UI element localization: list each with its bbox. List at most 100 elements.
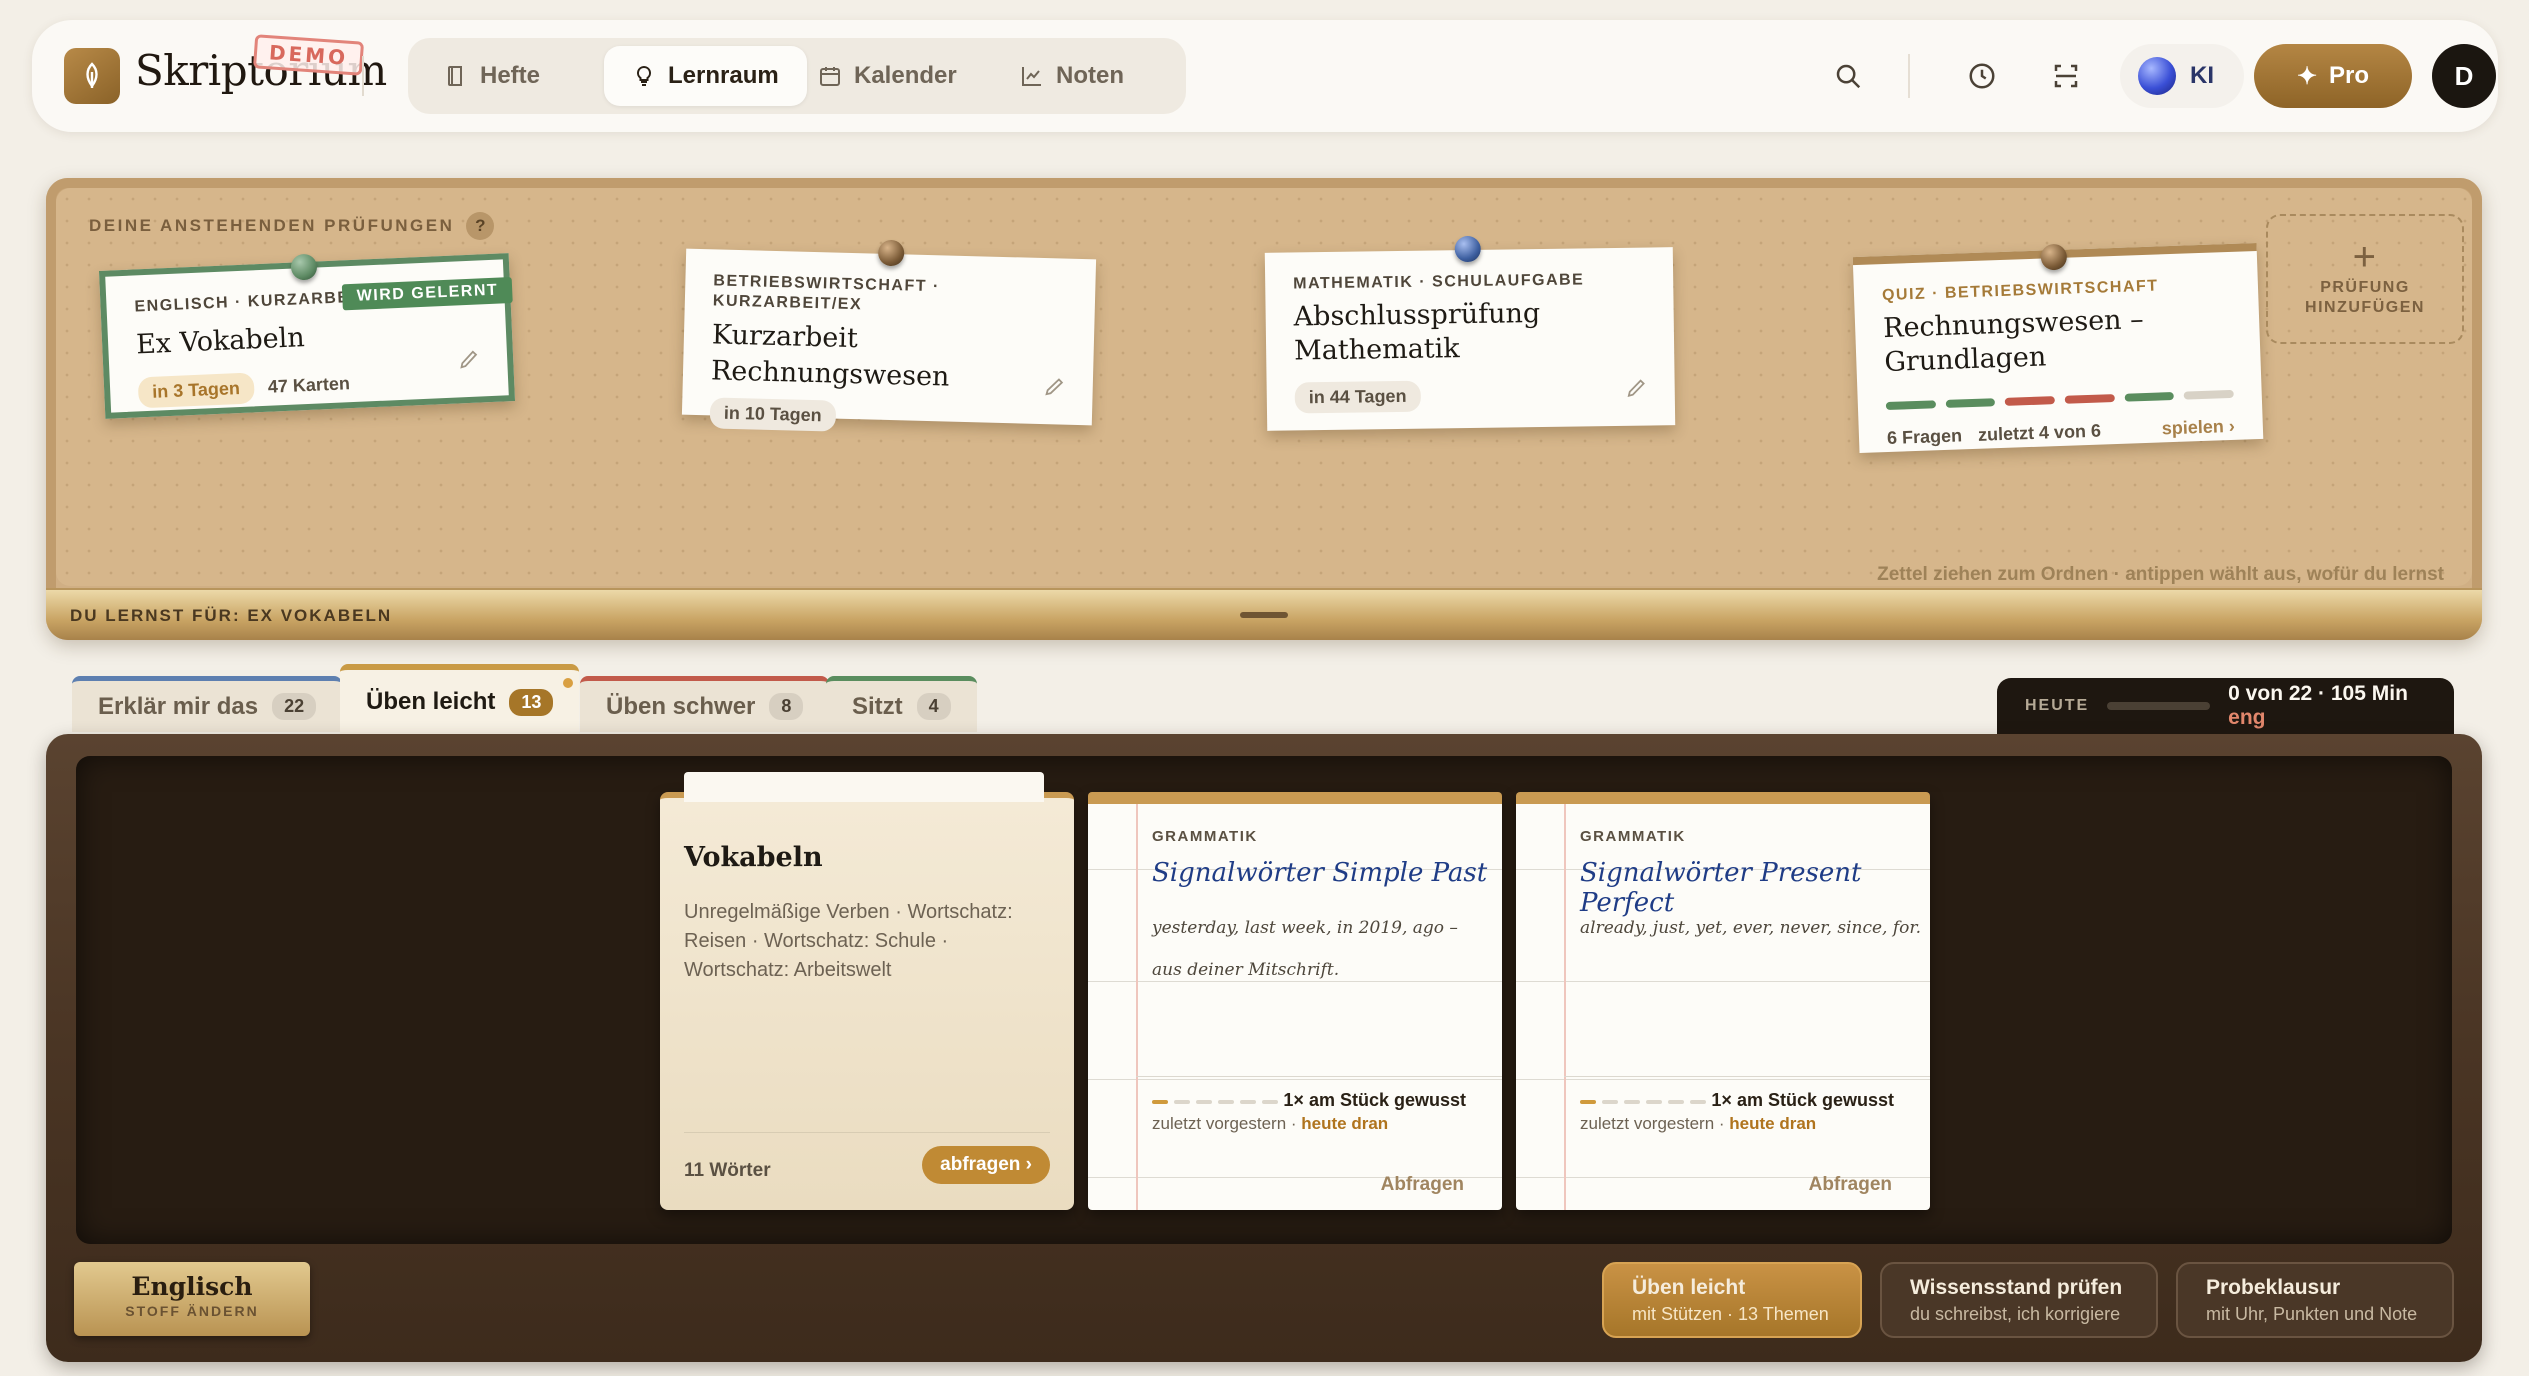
ask-button[interactable]: Abfragen — [1381, 1174, 1464, 1196]
mode-title: Wissensstand prüfen — [1910, 1276, 2123, 1299]
last-score: zuletzt 4 von 6 — [1977, 420, 2102, 445]
play-quiz-link[interactable]: spielen › — [2161, 416, 2235, 440]
tab-ueben-schwer[interactable]: Üben schwer 8 — [580, 676, 830, 732]
edit-icon[interactable] — [1042, 374, 1067, 399]
flashcard-present-perfect[interactable]: GRAMMATIK Signalwörter Present Perfect a… — [1516, 792, 1930, 1210]
streak-indicator — [1152, 1100, 1278, 1104]
study-desk: Vokabeln Unregelmäßige Verben · Wortscha… — [46, 734, 2482, 1362]
card-line: already, just, yet, ever, never, since, … — [1580, 918, 1922, 938]
due-chip: in 10 Tagen — [709, 397, 837, 432]
pro-button[interactable]: ✦ Pro — [2254, 44, 2412, 108]
ki-orb-icon — [2138, 57, 2176, 95]
flashcard-simple-past[interactable]: GRAMMATIK Signalwörter Simple Past yeste… — [1088, 792, 1502, 1210]
card-category: GRAMMATIK — [1580, 828, 1686, 845]
tab-erklaer-mir-das[interactable]: Erklär mir das 22 — [72, 676, 343, 732]
tab-count: 22 — [272, 693, 317, 720]
card-category: GRAMMATIK — [1152, 828, 1258, 845]
last-review: zuletzt vorgestern · heute dran — [1580, 1114, 1816, 1134]
quiz-note-rechnungswesen-grundlagen[interactable]: QUIZ · BETRIEBSWIRTSCHAFT Rechnungswesen… — [1852, 243, 2264, 453]
mode-subtitle: mit Uhr, Punkten und Note — [2206, 1304, 2418, 1324]
corkboard: DEINE ANSTEHENDEN PRÜFUNGEN ? ENGLISCH ·… — [56, 188, 2472, 586]
sparkle-icon: ✦ — [2296, 62, 2318, 90]
tab-label: Üben leicht — [366, 688, 496, 715]
board-heading: DEINE ANSTEHENDEN PRÜFUNGEN ? — [89, 212, 495, 240]
pin-icon — [2040, 243, 2068, 271]
exam-title: Mathematik — [1293, 333, 1460, 367]
vocab-stack[interactable]: Vokabeln Unregelmäßige Verben · Wortscha… — [660, 772, 1074, 1210]
clock-icon — [1969, 63, 1995, 89]
pin-icon — [877, 239, 905, 267]
nav-tab-lernraum[interactable]: Lernraum — [604, 46, 807, 106]
nav-divider — [1908, 54, 1910, 98]
today-value: 0 von 22 · 105 Min eng — [2228, 682, 2426, 730]
exam-note-kurzarbeit-rechnungswesen[interactable]: BETRIEBSWIRTSCHAFT · KURZARBEIT/EX Kurza… — [681, 239, 1097, 432]
quiz-result-segment — [2064, 394, 2115, 404]
stack-tab — [684, 772, 1044, 802]
mode-subtitle: mit Stützen · 13 Themen — [1632, 1304, 1829, 1324]
mode-wissensstand-pruefen[interactable]: Wissensstand prüfen du schreibst, ich ko… — [1880, 1262, 2158, 1338]
card-margin — [1136, 804, 1138, 1210]
mode-ueben-leicht[interactable]: Üben leicht mit Stützen · 13 Themen — [1602, 1262, 1862, 1338]
streak-text: 1× am Stück gewusst — [1711, 1090, 1894, 1110]
tab-count: 8 — [769, 693, 804, 720]
last-review-text: zuletzt vorgestern · — [1580, 1114, 1730, 1133]
exam-title: Abschlussprüfung — [1293, 298, 1541, 333]
top-navigation: Skriptorium DEMO Hefte Lernraum Kalender… — [32, 20, 2498, 132]
stack-title: Vokabeln — [684, 842, 823, 873]
ki-button[interactable]: KI — [2120, 44, 2244, 108]
nav-tab-label: Noten — [1056, 62, 1124, 89]
logo-icon[interactable] — [64, 48, 120, 104]
book-icon — [448, 66, 462, 86]
question-count: 6 Fragen — [1886, 425, 1963, 449]
ask-button[interactable]: Abfragen — [1809, 1174, 1892, 1196]
subject-selector[interactable]: Englisch STOFF ÄNDERN — [74, 1262, 310, 1336]
quiz-result-segment — [2124, 391, 2175, 402]
change-subject-label: STOFF ÄNDERN — [125, 1303, 259, 1319]
avatar[interactable]: D — [2432, 44, 2496, 108]
nav-tab-label: Lernraum — [668, 62, 779, 89]
nav-tab-noten[interactable]: Noten — [992, 46, 1152, 106]
stack-divider — [684, 1132, 1050, 1133]
nav-tab-kalender[interactable]: Kalender — [790, 46, 985, 106]
last-review-text: zuletzt vorgestern · — [1152, 1114, 1302, 1133]
tab-count: 13 — [509, 688, 554, 716]
tab-label: Üben schwer — [606, 692, 756, 720]
quiz-result-segment — [2183, 389, 2234, 400]
resize-handle[interactable] — [1240, 612, 1288, 618]
scan-button[interactable] — [2046, 56, 2086, 96]
mode-probeklausur[interactable]: Probeklausur mit Uhr, Punkten und Note — [2176, 1262, 2454, 1338]
tight-schedule-label: eng — [2228, 706, 2266, 729]
streak-indicator — [1580, 1100, 1706, 1104]
tab-sitzt[interactable]: Sitzt 4 — [826, 676, 977, 732]
history-button[interactable] — [1962, 56, 2002, 96]
exam-note-abschlusspruefung-mathematik[interactable]: MATHEMATIK · SCHULAUFGABE Abschlussprüfu… — [1264, 235, 1676, 431]
search-icon — [1836, 64, 1861, 89]
exam-note-ex-vokabeln[interactable]: ENGLISCH · KURZARBEIT/EX WIRD GELERNT Ex… — [98, 253, 516, 419]
mode-title: Üben leicht — [1632, 1276, 1746, 1299]
board-hint: Zettel ziehen zum Ordnen · antippen wähl… — [1877, 564, 2444, 585]
edit-icon[interactable] — [1625, 376, 1649, 400]
calendar-icon — [820, 67, 840, 86]
card-line: yesterday, last week, in 2019, ago – — [1152, 918, 1458, 938]
edit-icon[interactable] — [457, 346, 482, 371]
help-icon[interactable]: ? — [466, 212, 495, 240]
mode-subtitle: du schreibst, ich korrigiere — [1910, 1304, 2121, 1324]
learning-for-label: DU LERNST FÜR: EX VOKABELN — [70, 606, 393, 625]
tab-ueben-leicht[interactable]: Üben leicht 13 — [340, 664, 580, 734]
nav-tab-label: Hefte — [480, 62, 541, 89]
exam-category: MATHEMATIK · SCHULAUFGABE — [1293, 271, 1585, 293]
search-button[interactable] — [1828, 56, 1868, 96]
tab-count: 4 — [916, 693, 951, 720]
quiz-vocab-button[interactable]: abfragen › — [922, 1146, 1050, 1184]
subject-name: Englisch — [131, 1272, 253, 1301]
ki-label: KI — [2190, 62, 2214, 89]
add-exam-button[interactable]: + PRÜFUNG HINZUFÜGEN — [2266, 214, 2464, 344]
pin-icon — [1454, 235, 1481, 263]
card-line: aus deiner Mitschrift. — [1152, 960, 1340, 980]
nav-tab-hefte[interactable]: Hefte — [416, 46, 568, 106]
add-exam-label: HINZUFÜGEN — [2305, 299, 2425, 316]
pin-icon — [290, 253, 318, 281]
word-count: 11 Wörter — [684, 1160, 771, 1181]
nav-tab-label: Kalender — [854, 62, 957, 89]
exam-board: DEINE ANSTEHENDEN PRÜFUNGEN ? ENGLISCH ·… — [46, 178, 2482, 640]
